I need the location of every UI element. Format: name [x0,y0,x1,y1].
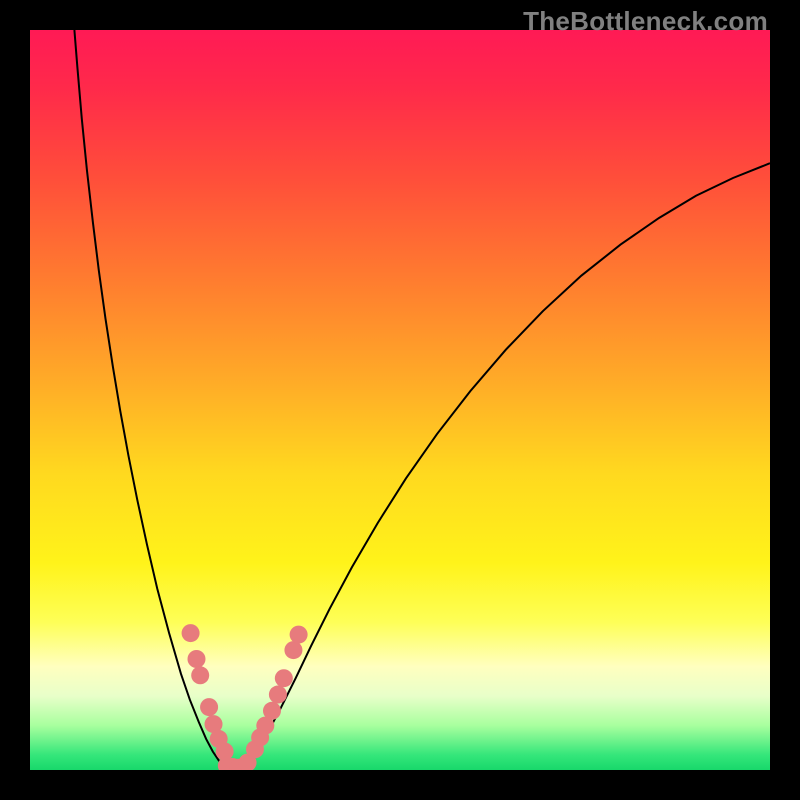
marker-dot [275,669,293,687]
marker-dot [290,626,308,644]
marker-dot [263,702,281,720]
marker-dot [188,650,206,668]
watermark-text: TheBottleneck.com [523,6,768,37]
marker-dot [191,666,209,684]
outer-frame: TheBottleneck.com [0,0,800,800]
marker-dot [284,641,302,659]
plot-area [30,30,770,770]
marker-dot [269,686,287,704]
marker-dot [182,624,200,642]
gradient-background [30,30,770,770]
marker-dot [200,698,218,716]
plot-svg [30,30,770,770]
